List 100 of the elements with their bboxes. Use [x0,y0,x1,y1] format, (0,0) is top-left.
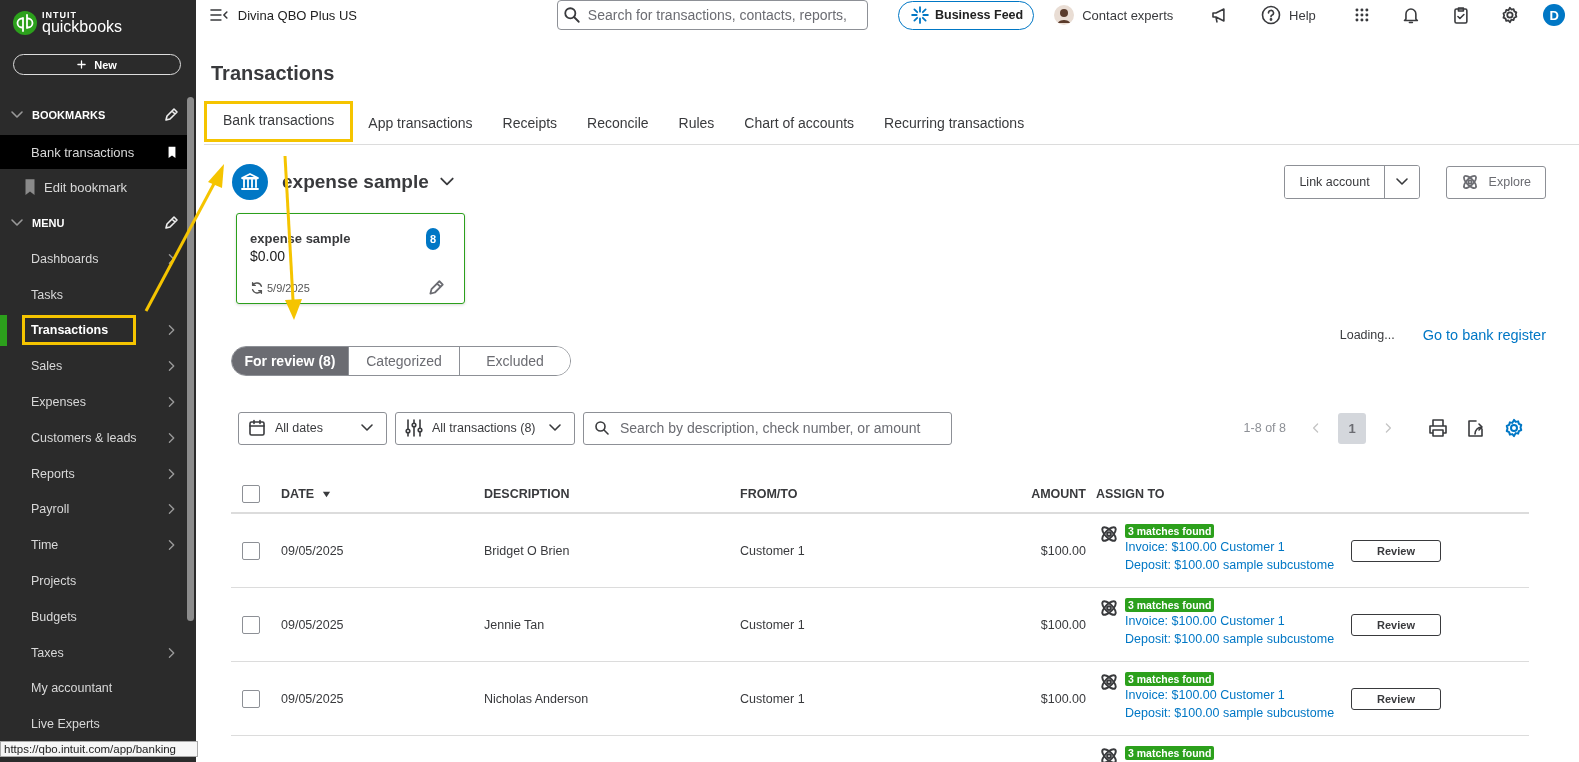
menu-item[interactable]: Sales [31,351,166,382]
column-header[interactable]: ASSIGN TO [1096,487,1165,501]
table-cell: Nicholas Anderson [484,691,589,706]
quickbooks-logo-icon [13,10,37,35]
user-avatar[interactable]: D [1543,4,1565,26]
match-link[interactable]: Invoice: $100.00 Customer 1 [1125,686,1285,704]
column-header[interactable]: DATE [281,487,315,501]
company-name: Divina QBO Plus US [237,7,359,23]
menu-item[interactable]: Live Experts [31,709,187,740]
search-icon [594,420,610,436]
table-cell: 09/05/2025 [281,543,344,558]
select-all-checkbox[interactable] [242,485,260,503]
bookmark-icon[interactable] [166,145,178,159]
sort-arrow-icon[interactable] [322,489,332,499]
bookmark-label: Bank transactions [31,144,136,160]
atom-icon [1460,173,1479,191]
page-title: Transactions [211,62,336,86]
count-badge: 8 [425,228,440,250]
print-icon[interactable] [1428,418,1448,438]
tab[interactable]: Bank transactions [204,101,354,142]
tab[interactable]: Receipts [487,104,573,144]
clipboard-check-icon[interactable] [1451,6,1470,24]
view-toggle[interactable]: For review (8) [232,347,348,375]
match-link[interactable]: Deposit: $100.00 sample subcustome [1125,704,1335,722]
search-field[interactable]: Search by description, check number, or amount [583,411,952,445]
tab[interactable]: App transactions [353,104,488,144]
table-cell: $100.00 [1040,543,1086,558]
review-button[interactable]: Review [1351,613,1441,636]
match-badge: 3 matches found [1125,746,1215,760]
search-field[interactable]: Search for transactions, contacts, reports, [556,0,868,30]
search-icon [562,6,581,24]
url-tooltip: https://qbo.intuit.com/app/banking [0,741,198,757]
menu-item[interactable]: Reports [31,458,166,489]
table-cell: 09/05/2025 [281,617,344,632]
match-link[interactable]: Deposit: $100.00 sample subcustome [1125,556,1335,574]
review-button[interactable]: Review [1351,539,1441,562]
menu-item[interactable]: Taxes [31,637,166,668]
page-range: 1-8 of 8 [1243,421,1286,435]
row-checkbox[interactable] [242,615,260,634]
bank-register-link[interactable]: Go to bank register [1422,327,1546,343]
match-link[interactable]: Invoice: $100.00 Customer 1 [1125,612,1285,630]
table-cell: Bridget O Brien [484,543,570,558]
menu-item[interactable]: My accountant [31,673,187,704]
view-toggle[interactable]: Excluded [459,347,570,375]
table-cell: Customer 1 [740,691,805,706]
menu-item[interactable]: Tasks [31,279,187,310]
menu-item[interactable]: Dashboards [31,243,166,274]
review-button[interactable]: Review [1351,687,1441,710]
brand-maker: INTUIT [42,10,78,20]
bookmark-item[interactable]: Bank transactions [0,135,187,169]
menu-item[interactable]: Expenses [31,387,166,418]
loading-text: Loading... [1339,328,1395,342]
plus-icon [77,60,87,69]
transaction-filter-dropdown[interactable]: All transactions (8) [395,411,575,445]
business-feed-button[interactable]: Business Feed [898,0,1035,30]
atom-icon [1099,746,1119,762]
tab[interactable]: Recurring transactions [869,104,1040,144]
menu-item[interactable]: Budgets [31,601,187,632]
atom-icon [1099,672,1119,692]
section-title: MENU [32,217,66,229]
table-cell: $100.00 [1040,691,1086,706]
edit-bookmark-link[interactable]: Edit bookmark [44,179,128,195]
column-header[interactable]: DESCRIPTION [484,487,570,501]
menu-item[interactable]: Transactions [22,315,136,346]
tab[interactable]: Rules [663,104,730,144]
menu-item[interactable]: Payroll [31,494,166,525]
match-badge: 3 matches found [1125,598,1215,612]
tab[interactable]: Chart of accounts [729,104,870,144]
calendar-icon [248,419,266,437]
menu-item[interactable]: Projects [31,566,187,597]
apps-grid-icon[interactable] [1353,7,1370,23]
table-cell: Customer 1 [740,543,805,558]
column-header[interactable]: FROM/TO [740,487,798,501]
pencil-icon[interactable] [427,279,445,297]
match-link[interactable]: Deposit: $100.00 sample subcustome [1125,630,1335,648]
match-link[interactable]: Invoice: $100.00 Customer 1 [1125,538,1285,556]
settings-icon[interactable] [1501,6,1520,24]
explore-button[interactable]: Explore [1445,165,1546,199]
bank-icon [232,164,268,200]
refresh-icon [250,281,264,295]
date-filter-dropdown[interactable]: All dates [238,411,387,445]
help-button[interactable]: Help [1261,5,1316,25]
row-checkbox[interactable] [242,541,260,560]
column-header[interactable]: AMOUNT [1031,487,1086,501]
page-number[interactable]: 1 [1338,412,1366,444]
pencil-icon[interactable] [163,215,179,231]
table-cell: Customer 1 [740,617,805,632]
contact-experts-button[interactable]: Contact experts [1054,5,1174,25]
scrollbar[interactable] [187,97,194,621]
menu-item[interactable]: Customers & leads [31,422,166,453]
link-account-button[interactable]: Link account [1285,166,1385,198]
bell-icon[interactable] [1401,6,1420,24]
person-avatar [1054,5,1075,25]
section-title: BOOKMARKS [32,109,107,121]
export-icon[interactable] [1466,418,1486,438]
tab[interactable]: Reconcile [572,104,664,144]
menu-collapse-icon[interactable] [210,8,228,22]
menu-item[interactable]: Time [31,530,166,561]
pencil-icon[interactable] [163,107,179,123]
row-checkbox[interactable] [242,689,260,708]
